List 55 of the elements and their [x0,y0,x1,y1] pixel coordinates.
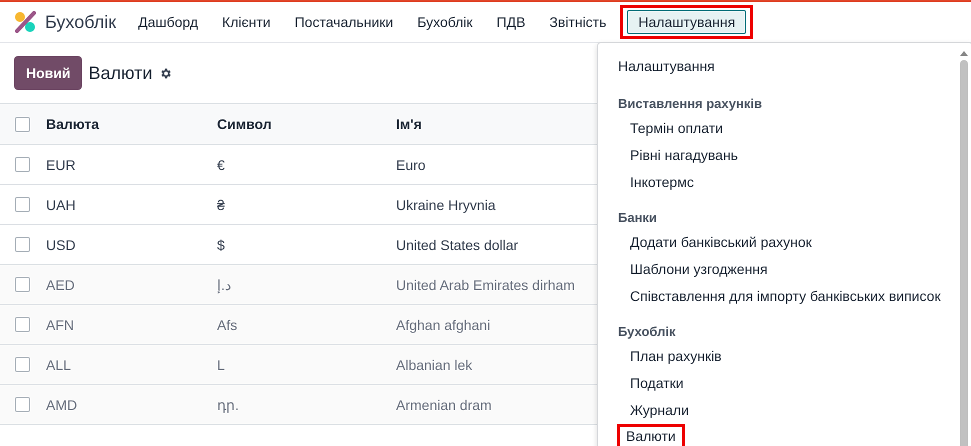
table-cell-text: $ [217,236,226,252]
row-checkbox[interactable] [15,197,30,212]
app-name[interactable]: Бухоблік [45,12,116,32]
nav-menu-item[interactable]: Бухоблік [406,10,484,34]
table-cell: Ukraine Hryvnia [396,196,496,212]
table-cell-text: AED [46,276,76,292]
settings-icon[interactable] [159,66,172,80]
table-cell-text: EUR [46,156,77,172]
menu-item[interactable]: Інкотермс [598,169,694,196]
table-cell-text: AFN [46,316,75,332]
column-header[interactable]: Ім'я [396,116,422,132]
table-cell: Afghan afghani [396,316,490,332]
table-cell-text: UAH [46,196,77,212]
menu-item[interactable]: План рахунків [598,343,722,370]
nav-menu-item[interactable]: Клієнти [211,10,282,34]
menu-item[interactable]: Налаштування [598,53,715,80]
table-cell-text: ₴ [217,196,226,212]
menu-item[interactable]: Термін оплати [598,115,723,142]
table-cell: United Arab Emirates dirham [396,276,575,292]
nav-menu-item[interactable]: Налаштування [627,10,746,34]
scroll-up-icon[interactable] [960,51,968,56]
table-cell-text: դր. [217,396,240,412]
table-cell-text: د.إ [217,276,232,292]
table-cell-text: L [217,356,226,372]
column-header[interactable]: Символ [217,116,396,132]
table-cell-text: € [217,156,226,172]
row-checkbox[interactable] [15,157,30,172]
nav-menu-item[interactable]: Дашборд [127,10,210,34]
menu-section-header: Бухоблік [617,323,676,341]
table-cell-text: ALL [46,356,72,372]
menu-item[interactable]: Журнали [598,397,689,424]
table-cell: Albanian lek [396,356,472,372]
menu-section-header: Виставлення рахунків [617,95,763,113]
table-cell-text: USD [46,236,77,252]
table-cell-text: AMD [46,396,78,412]
menu-item[interactable]: Податки [598,370,684,397]
logo-icon[interactable] [14,11,36,33]
column-header[interactable]: Валюта [46,116,217,132]
menu-item[interactable]: Додати банківський рахунок [598,229,812,256]
nav-menu-item[interactable]: Звітність [538,10,618,34]
row-checkbox[interactable] [15,237,30,252]
menu-section-header: Банки [617,209,658,227]
table-cell: Armenian dram [396,396,492,412]
menu-item[interactable]: Шаблони узгодження [598,256,768,283]
select-all-checkbox[interactable] [15,116,30,132]
nav-menu-item[interactable]: ПДВ [486,10,536,34]
table-cell: United States dollar [396,236,518,252]
table-cell: Euro [396,156,426,172]
page-title: Валюти [88,62,152,84]
menu-item[interactable]: Співставлення для імпорту банківських виписок [598,283,941,310]
nav-menu-item[interactable]: Постачальники [284,10,404,34]
new-button[interactable]: Новий [14,56,82,90]
table-cell-text: Afs [217,316,238,332]
menu-item[interactable]: Рівні нагадувань [598,142,738,169]
menu-item[interactable]: Валюти [620,427,682,446]
